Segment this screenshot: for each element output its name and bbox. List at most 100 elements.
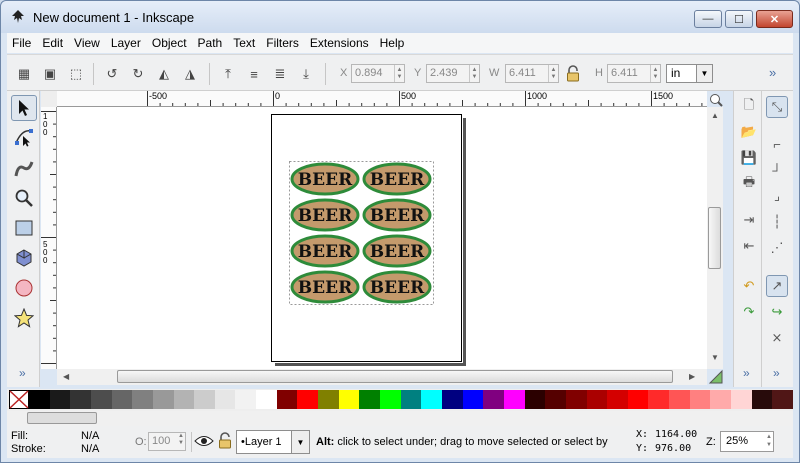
color-swatch[interactable] (648, 390, 670, 409)
menu-help[interactable]: Help (375, 36, 410, 50)
menu-path[interactable]: Path (193, 36, 228, 50)
raise-icon[interactable]: ≡ (245, 65, 263, 83)
menu-text[interactable]: Text (228, 36, 260, 50)
minimize-button[interactable]: — (694, 10, 722, 28)
color-swatch[interactable] (689, 390, 711, 409)
menu-view[interactable]: View (69, 36, 105, 50)
select-all-icon[interactable]: ▦ (15, 65, 33, 83)
beer-sticker[interactable]: BEER (362, 270, 432, 304)
save-icon[interactable]: 💾 (738, 147, 760, 169)
ellipse-tool[interactable] (11, 275, 37, 301)
color-swatch[interactable] (565, 390, 587, 409)
horizontal-scroll-thumb[interactable] (117, 370, 673, 383)
x-spinner-icon[interactable]: ▲ ▼ (394, 65, 404, 82)
beer-sticker[interactable]: BEER (290, 234, 360, 268)
color-swatch[interactable] (173, 390, 195, 409)
snap-overflow-button[interactable]: » (773, 366, 780, 380)
maximize-button[interactable]: ☐ (725, 10, 753, 28)
menu-extensions[interactable]: Extensions (305, 36, 374, 50)
snap-bbox-midpoint-icon[interactable]: ┆ (766, 211, 788, 233)
unit-select[interactable]: in ▼ (666, 64, 713, 83)
tweak-tool[interactable] (11, 155, 37, 181)
snap-toggle-icon[interactable]: ⤡ (766, 96, 788, 118)
node-tool[interactable] (11, 124, 37, 150)
horizontal-ruler[interactable]: -500 0 500 1000 1500 (57, 91, 707, 107)
color-swatch[interactable] (297, 390, 319, 409)
color-swatch[interactable] (214, 390, 236, 409)
color-swatch[interactable] (359, 390, 381, 409)
stroke-value[interactable]: N/A (81, 443, 99, 455)
drawing-canvas[interactable]: BEER BEER BEER BEER BEER BEER BEER BEER (57, 107, 707, 369)
beer-sticker[interactable]: BEER (290, 270, 360, 304)
color-swatch[interactable] (194, 390, 216, 409)
h-spinner-icon[interactable]: ▲ ▼ (650, 65, 660, 82)
snap-bbox-icon[interactable]: ⌐ (766, 133, 788, 155)
zoom-spinner-icon[interactable]: ▲ ▼ (766, 433, 772, 449)
color-swatch[interactable] (441, 390, 464, 409)
commands-overflow-button[interactable]: » (743, 366, 750, 380)
3d-box-tool[interactable] (11, 245, 37, 271)
snap-bbox-center-icon[interactable]: ⋰ (766, 237, 788, 259)
snap-paths-icon[interactable]: ↪ (766, 301, 788, 323)
scroll-left-icon[interactable]: ◀ (63, 372, 69, 381)
flip-vertical-icon[interactable]: ◮ (181, 65, 199, 83)
snap-bbox-corner-icon[interactable]: ⌟ (766, 185, 788, 207)
new-document-icon[interactable]: 🗋 (738, 96, 760, 118)
print-icon[interactable]: 🖶 (738, 173, 760, 195)
w-spinner-icon[interactable]: ▲ ▼ (548, 65, 558, 82)
toolbox-overflow-button[interactable]: » (19, 366, 26, 380)
color-swatch[interactable] (462, 390, 484, 409)
color-swatch[interactable] (710, 390, 732, 409)
scroll-down-icon[interactable]: ▼ (711, 353, 719, 362)
raise-to-top-icon[interactable]: ⤒ (219, 65, 237, 83)
rotate-ccw-icon[interactable]: ↺ (103, 65, 121, 83)
beer-sticker[interactable]: BEER (290, 198, 360, 232)
vertical-ruler[interactable]: 1 0 0 5 0 0 (41, 107, 57, 369)
y-spinner-icon[interactable]: ▲ ▼ (469, 65, 479, 82)
snap-intersections-icon[interactable]: ⨯ (766, 327, 788, 349)
layer-select[interactable]: •Layer 1 ▼ (236, 430, 310, 454)
color-swatch[interactable] (276, 390, 298, 409)
redo-icon[interactable]: ↷ (738, 301, 760, 323)
color-swatch[interactable] (318, 390, 340, 409)
w-field[interactable]: 6.411 ▲ ▼ (505, 64, 559, 83)
beer-sticker[interactable]: BEER (362, 198, 432, 232)
close-button[interactable]: ✕ (756, 10, 793, 28)
scroll-up-icon[interactable]: ▲ (711, 111, 719, 120)
color-swatch[interactable] (731, 390, 753, 409)
color-swatch[interactable] (380, 390, 402, 409)
color-swatch[interactable] (772, 390, 794, 409)
color-swatch[interactable] (586, 390, 608, 409)
color-swatch[interactable] (111, 390, 133, 409)
open-folder-icon[interactable]: 📂 (738, 121, 760, 143)
beer-sticker[interactable]: BEER (362, 162, 432, 196)
palette-scroll-thumb[interactable] (27, 412, 97, 424)
scroll-right-icon[interactable]: ▶ (689, 372, 695, 381)
vertical-scrollbar[interactable]: ▲ ▼ (707, 107, 723, 369)
zoom-correction-icon[interactable] (709, 93, 723, 107)
color-swatch[interactable] (70, 390, 92, 409)
menu-object[interactable]: Object (147, 36, 192, 50)
lock-icon[interactable] (566, 65, 580, 82)
vertical-scroll-thumb[interactable] (708, 207, 721, 269)
fill-value[interactable]: N/A (81, 430, 99, 442)
beer-sticker[interactable]: BEER (362, 234, 432, 268)
opacity-field[interactable]: 100 ▲ ▼ (148, 432, 186, 451)
menu-edit[interactable]: Edit (37, 36, 68, 50)
star-tool[interactable] (11, 305, 37, 331)
undo-icon[interactable]: ↶ (738, 275, 760, 297)
color-swatch[interactable] (400, 390, 422, 409)
menu-file[interactable]: File (7, 36, 36, 50)
zoom-field[interactable]: 25% ▲ ▼ (720, 431, 774, 452)
palette-scrollbar[interactable] (7, 411, 793, 426)
x-field[interactable]: 0.894 ▲ ▼ (351, 64, 405, 83)
import-icon[interactable]: ⇥ (738, 209, 760, 231)
selector-tool[interactable] (11, 95, 37, 121)
toolbar-overflow-button[interactable]: » (769, 65, 776, 80)
rotate-cw-icon[interactable]: ↻ (129, 65, 147, 83)
no-paint-swatch[interactable] (9, 390, 29, 409)
export-icon[interactable]: ⇤ (738, 235, 760, 257)
deselect-icon[interactable]: ⬚ (67, 65, 85, 83)
color-swatch[interactable] (235, 390, 257, 409)
lower-to-bottom-icon[interactable]: ⤓ (297, 65, 315, 83)
